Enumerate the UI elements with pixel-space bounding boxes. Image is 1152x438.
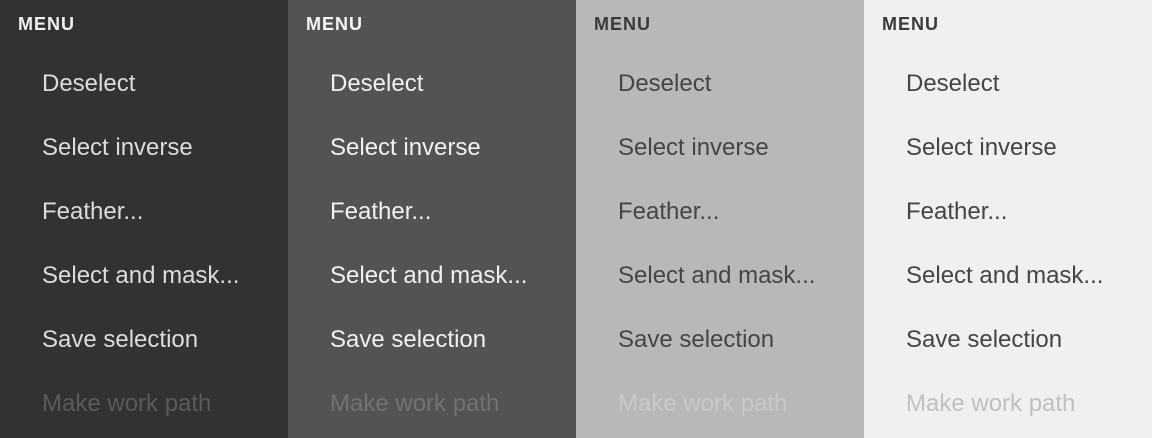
menu-list: Deselect Select inverse Feather... Selec…	[288, 52, 576, 436]
menu-panel-lightest: MENU Deselect Select inverse Feather... …	[864, 0, 1152, 438]
menu-item-make-work-path: Make work path	[618, 390, 788, 417]
menu-item-select-inverse[interactable]: Select inverse	[864, 116, 1152, 180]
menu-item-select-and-mask[interactable]: Select and mask...	[288, 244, 576, 308]
menu-item-feather[interactable]: Feather...	[0, 180, 288, 244]
menu-heading: MENU	[306, 14, 363, 34]
menu-item-feather[interactable]: Feather...	[864, 180, 1152, 244]
menu-item-feather[interactable]: Feather...	[576, 180, 864, 244]
menu-item-save-selection[interactable]: Save selection	[864, 308, 1152, 372]
menu-item-deselect[interactable]: Deselect	[576, 52, 864, 116]
menu-item-make-work-path: Make work path	[330, 390, 500, 417]
menu-item-select-and-mask[interactable]: Select and mask...	[864, 244, 1152, 308]
menu-heading: MENU	[594, 14, 651, 34]
menu-item-make-work-path: Make work path	[42, 390, 212, 417]
menu-panel-dark: MENU Deselect Select inverse Feather... …	[288, 0, 576, 438]
menu-item-feather[interactable]: Feather...	[288, 180, 576, 244]
menu-item-select-inverse[interactable]: Select inverse	[576, 116, 864, 180]
menu-list: Deselect Select inverse Feather... Selec…	[864, 52, 1152, 436]
menu-item-deselect[interactable]: Deselect	[864, 52, 1152, 116]
menu-panel-darkest: MENU Deselect Select inverse Feather... …	[0, 0, 288, 438]
menu-list: Deselect Select inverse Feather... Selec…	[0, 52, 288, 436]
menu-item-save-selection[interactable]: Save selection	[288, 308, 576, 372]
menu-item-select-inverse[interactable]: Select inverse	[0, 116, 288, 180]
menu-heading: MENU	[882, 14, 939, 34]
menu-heading: MENU	[18, 14, 75, 34]
theme-comparison: MENU Deselect Select inverse Feather... …	[0, 0, 1152, 438]
menu-panel-light: MENU Deselect Select inverse Feather... …	[576, 0, 864, 438]
menu-list: Deselect Select inverse Feather... Selec…	[576, 52, 864, 436]
menu-item-select-and-mask[interactable]: Select and mask...	[576, 244, 864, 308]
menu-item-select-inverse[interactable]: Select inverse	[288, 116, 576, 180]
menu-item-make-work-path: Make work path	[906, 390, 1076, 417]
menu-item-save-selection[interactable]: Save selection	[576, 308, 864, 372]
menu-item-deselect[interactable]: Deselect	[0, 52, 288, 116]
menu-item-select-and-mask[interactable]: Select and mask...	[0, 244, 288, 308]
menu-item-save-selection[interactable]: Save selection	[0, 308, 288, 372]
menu-item-deselect[interactable]: Deselect	[288, 52, 576, 116]
